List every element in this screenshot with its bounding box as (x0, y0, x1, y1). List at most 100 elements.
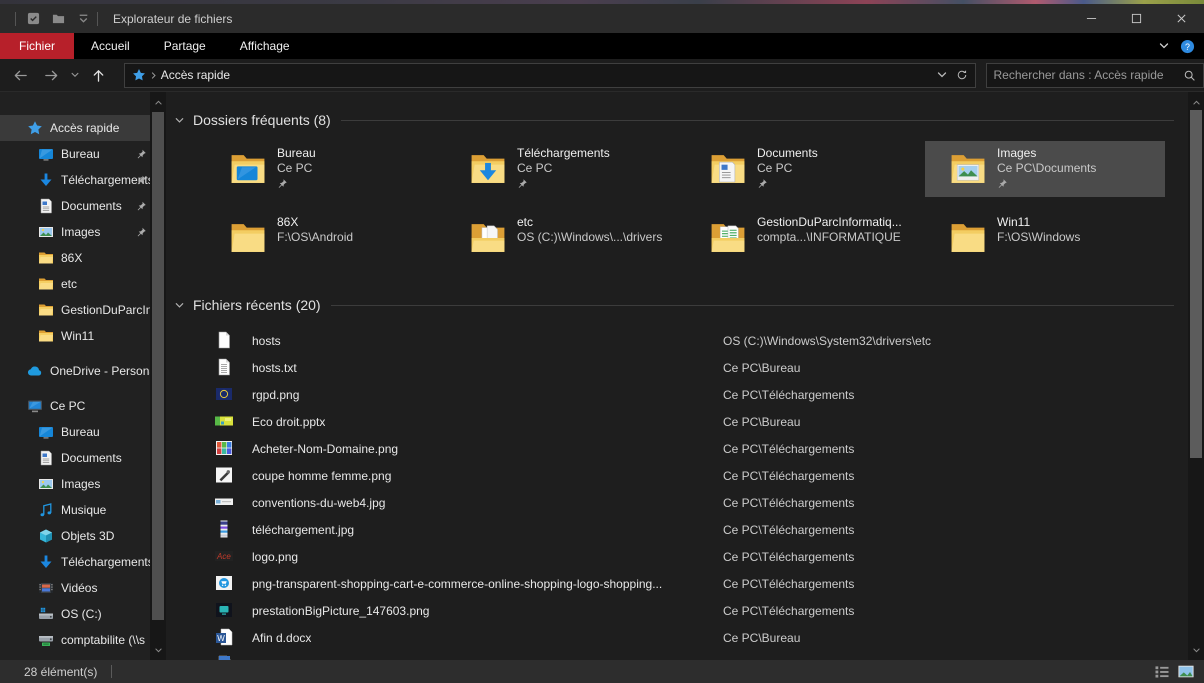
drive-icon (38, 606, 54, 622)
breadcrumb-item[interactable]: Accès rapide (161, 68, 230, 82)
address-bar[interactable]: Accès rapide (124, 63, 976, 88)
titlebar[interactable]: Explorateur de fichiers (0, 4, 1204, 33)
scroll-up-icon[interactable] (1188, 95, 1204, 109)
sidebar-item-86x[interactable]: 86X (0, 245, 150, 271)
tile-name: Win11 (997, 215, 1080, 230)
sidebar-item-os-c[interactable]: OS (C:) (0, 601, 150, 627)
file-row-afin-d-docx[interactable]: WAfin d.docxCe PC\Bureau (166, 624, 1188, 651)
folder-tile-bureau[interactable]: BureauCe PC (205, 141, 445, 197)
file-path: Ce PC\Téléchargements (723, 550, 854, 564)
sidebar-item-bureau[interactable]: Bureau (0, 141, 150, 167)
computer-icon (27, 398, 43, 414)
qat-customize-chevron-icon[interactable] (77, 12, 90, 25)
qat-new-folder-icon[interactable] (52, 12, 65, 25)
sidebar-item-onedrive-personal[interactable]: OneDrive - Personal (0, 358, 150, 384)
folder-doc-icon (709, 149, 747, 189)
tab-accueil[interactable]: Accueil (74, 33, 147, 59)
view-thumbnails-button[interactable] (1178, 665, 1194, 678)
maximize-button[interactable] (1114, 4, 1159, 33)
sidebar-item-label: Images (61, 477, 150, 491)
folder-tile-t-l-chargements[interactable]: TéléchargementsCe PC (445, 141, 685, 197)
file-row-rgpd-png[interactable]: rgpd.pngCe PC\Téléchargements (166, 381, 1188, 408)
address-dropdown-chevron-icon[interactable] (936, 69, 948, 81)
statusbar-separator (111, 665, 112, 678)
recent-locations-chevron-icon[interactable] (66, 70, 84, 80)
scroll-up-icon[interactable] (150, 95, 166, 109)
scroll-down-icon[interactable] (1188, 643, 1204, 657)
ribbon-collapse-chevron-icon[interactable] (1158, 40, 1170, 52)
sidebar-item-bureau[interactable]: Bureau (0, 419, 150, 445)
desktop-icon (38, 146, 54, 162)
sidebar-item-gestionduparcinformatique[interactable]: GestionDuParcInformatique (0, 297, 150, 323)
folder-tile-86x[interactable]: 86XF:\OS\Android (205, 210, 445, 266)
sidebar-item-label: Vidéos (61, 581, 150, 595)
file-row-hosts-txt[interactable]: hosts.txtCe PC\Bureau (166, 354, 1188, 381)
sidebar-item-acc-s-rapide[interactable]: Accès rapide (0, 115, 150, 141)
scroll-thumb[interactable] (1190, 110, 1202, 458)
search-icon[interactable] (1183, 69, 1196, 82)
file-row-hosts[interactable]: hostsOS (C:)\Windows\System32\drivers\et… (166, 327, 1188, 354)
file-row-coupe-homme-femme-png[interactable]: coupe homme femme.pngCe PC\Téléchargemen… (166, 462, 1188, 489)
file-row-logo-png[interactable]: Acelogo.pngCe PC\Téléchargements (166, 543, 1188, 570)
download-icon (38, 554, 54, 570)
folder-tile-etc[interactable]: etcOS (C:)\Windows\...\drivers (445, 210, 685, 266)
group-header-recent-files[interactable]: Fichiers récents (20) (174, 295, 1174, 315)
thumb-rgpd-icon (215, 385, 233, 403)
close-button[interactable] (1159, 4, 1204, 33)
file-name: Eco droit.pptx (252, 415, 325, 429)
document-icon (38, 450, 54, 466)
file-path: Ce PC\Bureau (723, 415, 800, 429)
folder-tile-win11[interactable]: Win11F:\OS\Windows (925, 210, 1165, 266)
tile-name: 86X (277, 215, 353, 230)
search-input[interactable] (994, 68, 1183, 82)
sidebar-item-documents[interactable]: Documents (0, 193, 150, 219)
breadcrumb-chevron-icon[interactable] (149, 71, 158, 80)
sidebar-item-documents[interactable]: Documents (0, 445, 150, 471)
file-row-partial[interactable] (166, 651, 1188, 660)
sidebar-item-ce-pc[interactable]: Ce PC (0, 393, 150, 419)
scroll-down-icon[interactable] (150, 643, 166, 657)
sidebar-item-musique[interactable]: Musique (0, 497, 150, 523)
search-box[interactable] (986, 63, 1204, 88)
file-row-acheter-nom-domaine-png[interactable]: Acheter-Nom-Domaine.pngCe PC\Téléchargem… (166, 435, 1188, 462)
up-button[interactable] (84, 68, 114, 83)
qat-properties-icon[interactable] (27, 12, 40, 25)
sidebar-item-t-l-chargements[interactable]: Téléchargements (0, 549, 150, 575)
file-row-eco-droit-pptx[interactable]: Eco droit.pptx Ce PC\Bureau (166, 408, 1188, 435)
content-scrollbar[interactable] (1188, 92, 1204, 660)
sidebar-item-comptabilite-s[interactable]: comptabilite (\\s (0, 627, 150, 653)
file-row-png-transparent-shopping-cart-e-commerce-online-shopping-logo-shopping[interactable]: png-transparent-shopping-cart-e-commerce… (166, 570, 1188, 597)
minimize-button[interactable] (1069, 4, 1114, 33)
group-header-frequent-folders[interactable]: Dossiers fréquents (8) (174, 110, 1174, 130)
sidebar-item-win11[interactable]: Win11 (0, 323, 150, 349)
sidebar-item-objets-3d[interactable]: Objets 3D (0, 523, 150, 549)
folder-tile-documents[interactable]: DocumentsCe PC (685, 141, 925, 197)
folder-tile-images[interactable]: ImagesCe PC\Documents (925, 141, 1165, 197)
sidebar-item-images[interactable]: Images (0, 471, 150, 497)
refresh-icon[interactable] (956, 69, 968, 81)
sidebar-item-vid-os[interactable]: Vidéos (0, 575, 150, 601)
sidebar-item-etc[interactable]: etc (0, 271, 150, 297)
tile-name: Bureau (277, 146, 316, 161)
tab-affichage[interactable]: Affichage (223, 33, 307, 59)
items-count: 28 élément(s) (24, 665, 97, 679)
help-icon[interactable]: ? (1180, 39, 1195, 54)
pin-icon (277, 178, 316, 189)
tab-partage[interactable]: Partage (147, 33, 223, 59)
tile-path: F:\OS\Android (277, 230, 353, 245)
view-details-button[interactable] (1154, 665, 1170, 678)
file-row-t-l-chargement-jpg[interactable]: téléchargement.jpgCe PC\Téléchargements (166, 516, 1188, 543)
sidebar-item-images[interactable]: Images (0, 219, 150, 245)
sidebar-item-t-l-chargements[interactable]: Téléchargements (0, 167, 150, 193)
group-collapse-chevron-icon[interactable] (174, 300, 185, 311)
back-button[interactable] (4, 68, 38, 83)
file-row-prestationbigpicture-147603-png[interactable]: prestationBigPicture_147603.pngCe PC\Tél… (166, 597, 1188, 624)
tab-fichier[interactable]: Fichier (0, 33, 74, 59)
folder-tile-gestionduparcinformatiq[interactable]: GestionDuParcInformatiq...compta...\INFO… (685, 210, 925, 266)
scroll-thumb[interactable] (152, 112, 164, 620)
forward-button[interactable] (38, 68, 66, 83)
group-collapse-chevron-icon[interactable] (174, 115, 185, 126)
network-drive-icon (38, 632, 54, 648)
sidebar-scrollbar[interactable] (150, 92, 166, 660)
file-row-conventions-du-web4-jpg[interactable]: conventions-du-web4.jpgCe PC\Téléchargem… (166, 489, 1188, 516)
